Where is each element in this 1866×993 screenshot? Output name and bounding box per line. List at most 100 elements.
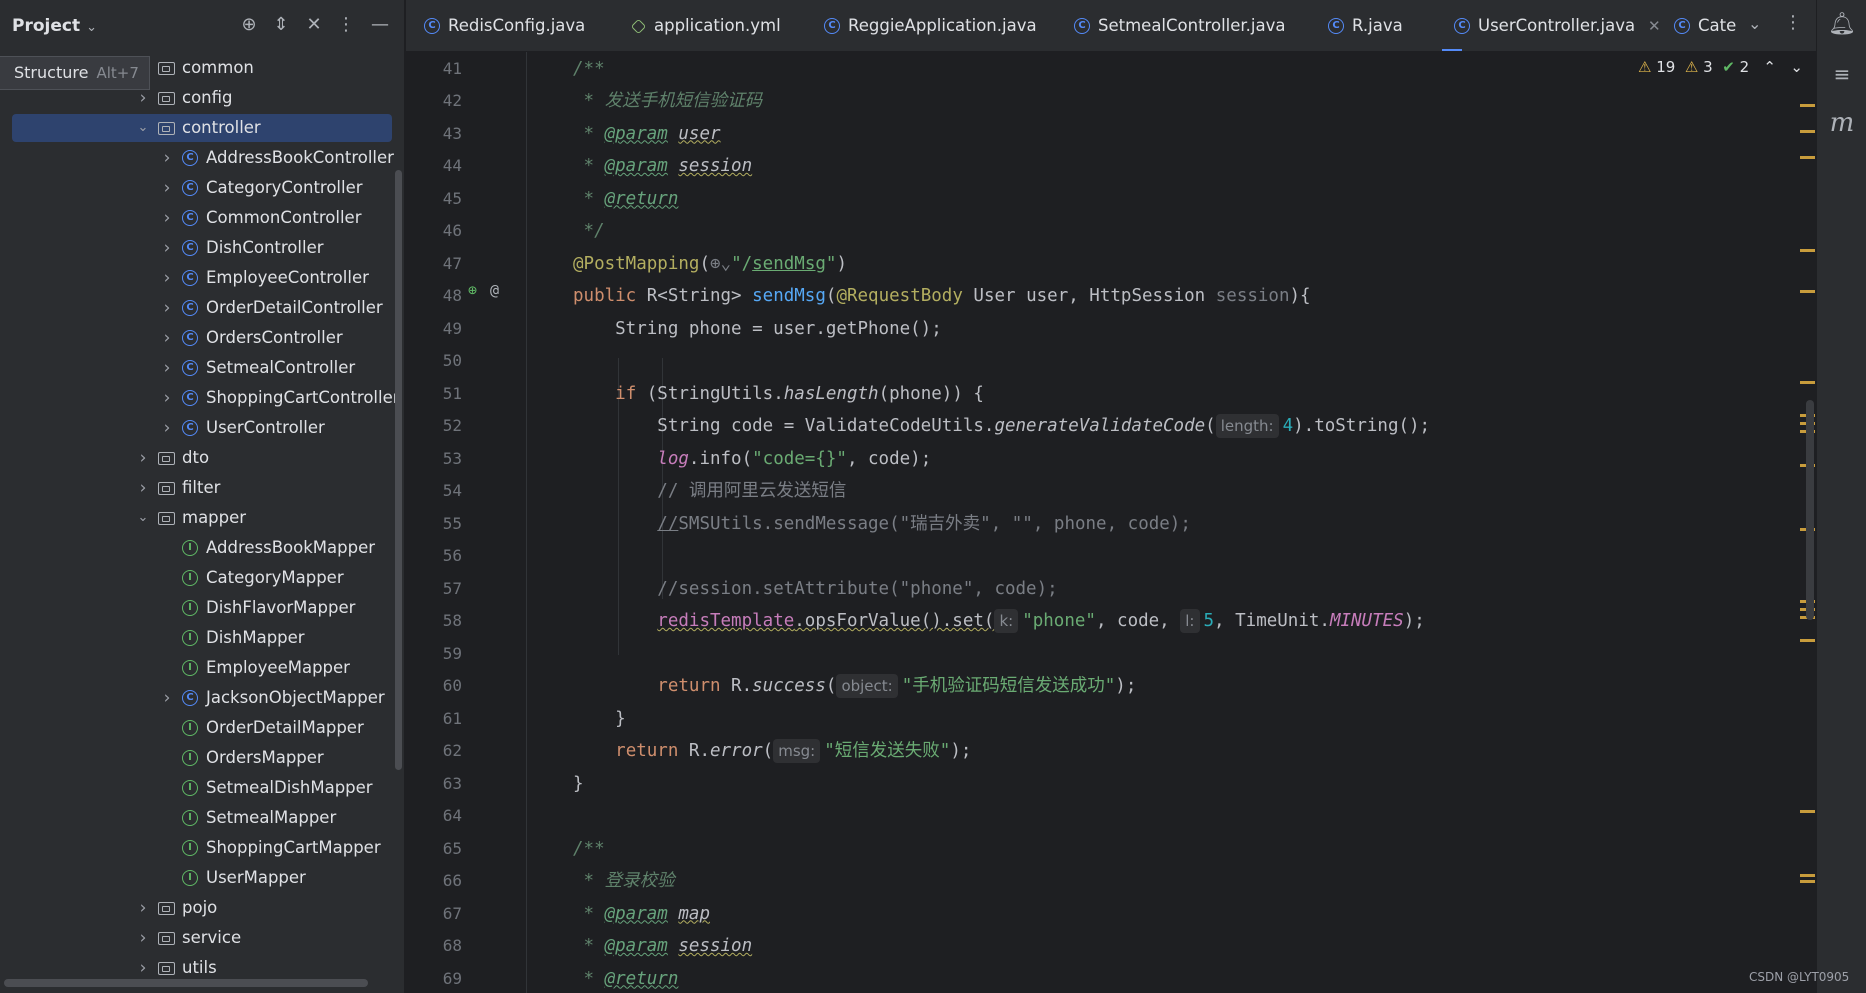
tree-item[interactable]: › pojo (0, 893, 392, 923)
code-editor[interactable]: 41/** 42 * 发送手机短信验证码 43 * @param user 44 * … (406, 52, 1816, 993)
tree-item[interactable]: › C ShoppingCartController (0, 383, 400, 413)
error-stripe-mark[interactable] (1800, 810, 1815, 813)
tree-item[interactable]: I CategoryMapper (0, 563, 392, 593)
annotation-gutter-icon[interactable]: @ (490, 281, 499, 299)
chevron-right-icon[interactable]: › (160, 173, 174, 203)
tree-item[interactable]: I DishMapper (0, 623, 392, 653)
tree-item[interactable]: › service (0, 923, 392, 953)
tree-item[interactable]: I OrderDetailMapper (0, 713, 392, 743)
editor-vertical-scrollbar[interactable] (1806, 400, 1814, 620)
close-tab-icon[interactable]: ✕ (1648, 0, 1661, 51)
code-line[interactable]: 58 redisTemplate.opsForValue().set(k: "ph… (406, 605, 1796, 638)
chevron-right-icon[interactable]: › (160, 263, 174, 293)
tree-item[interactable]: I UserMapper (0, 863, 392, 893)
error-stripe-mark[interactable] (1800, 130, 1815, 133)
code-line[interactable]: 60 return R.success(object: "手机验证码短信发送成功"… (406, 670, 1796, 703)
chevron-right-icon[interactable]: › (160, 203, 174, 233)
error-stripe-mark[interactable] (1800, 290, 1815, 293)
chevron-right-icon[interactable]: › (136, 923, 150, 953)
code-line[interactable]: 57 //session.setAttribute("phone", code)… (406, 573, 1796, 606)
endpoint-gutter-icon[interactable]: ⊕ (468, 281, 477, 299)
error-stripe-mark[interactable] (1800, 880, 1815, 883)
code-line[interactable]: 67 * @param map (406, 898, 1796, 931)
show-hidden-tabs-icon[interactable]: ⌄ (1748, 14, 1761, 33)
tree-horizontal-scrollbar[interactable] (4, 979, 368, 987)
code-line[interactable]: 62 return R.error(msg: "短信发送失败"); (406, 735, 1796, 768)
inspection-widget[interactable]: ⚠ 19 ⚠ 3 ✔ 2 ⌃ ⌄ (1638, 58, 1803, 76)
notifications-bell-icon[interactable]: 🔔︎ (1817, 12, 1866, 37)
code-line[interactable]: 54 // 调用阿里云发送短信 (406, 475, 1796, 508)
tree-item[interactable]: › C DishController (0, 233, 392, 263)
code-line[interactable]: 55 //SMSUtils.sendMessage("瑞吉外卖", "", ph… (406, 508, 1796, 541)
tree-item[interactable]: I SetmealDishMapper (0, 773, 392, 803)
tree-item[interactable]: › filter (0, 473, 392, 503)
code-line[interactable]: 45 * @return (406, 183, 1796, 216)
chevron-right-icon[interactable]: › (160, 293, 174, 323)
error-stripe-mark[interactable] (1800, 156, 1815, 159)
tree-item[interactable]: › C UserController (0, 413, 392, 443)
chevron-right-icon[interactable]: › (160, 413, 174, 443)
tree-item[interactable]: › C SetmealController (0, 353, 392, 383)
chevron-down-icon[interactable]: ⌄ (136, 113, 150, 143)
chevron-right-icon[interactable]: › (136, 443, 150, 473)
code-line[interactable]: 51 if (StringUtils.hasLength(phone)) { (406, 378, 1796, 411)
error-stripe-mark[interactable] (1800, 874, 1815, 877)
expand-all-icon[interactable]: ⇕ (270, 14, 292, 36)
hide-panel-icon[interactable]: — (369, 14, 391, 36)
code-line[interactable]: 47 @PostMapping(⊕⌄"/sendMsg") (406, 248, 1796, 281)
tree-item[interactable]: I AddressBookMapper (0, 533, 392, 563)
tree-item[interactable]: I EmployeeMapper (0, 653, 392, 683)
error-stripe-mark[interactable] (1800, 104, 1815, 107)
code-line[interactable]: 66 * 登录校验 (406, 865, 1796, 898)
chevron-right-icon[interactable]: › (160, 683, 174, 713)
project-view-selector[interactable]: Project ⌄ (12, 16, 97, 36)
chevron-right-icon[interactable]: › (136, 473, 150, 503)
tree-item[interactable]: › C CommonController (0, 203, 392, 233)
code-line[interactable]: 63} (406, 768, 1796, 801)
tree-item[interactable]: › dto (0, 443, 392, 473)
code-line[interactable]: 53 log.info("code={}", code); (406, 443, 1796, 476)
tree-item[interactable]: ⌄ mapper (0, 503, 392, 533)
chevron-right-icon[interactable]: › (160, 233, 174, 263)
collapse-all-icon[interactable]: ✕ (303, 14, 325, 36)
tree-item[interactable]: ⌄ controller (0, 113, 392, 143)
code-line[interactable]: 52 String code = ValidateCodeUtils.gener… (406, 410, 1796, 443)
chevron-right-icon[interactable]: › (160, 353, 174, 383)
previous-highlight-icon[interactable]: ⌃ (1763, 58, 1776, 76)
chevron-right-icon[interactable]: › (160, 323, 174, 353)
code-line[interactable]: 46 */ (406, 215, 1796, 248)
chevron-right-icon[interactable]: › (160, 383, 174, 413)
next-highlight-icon[interactable]: ⌄ (1790, 58, 1803, 76)
locate-file-icon[interactable]: ⊕ (238, 14, 260, 36)
database-icon[interactable]: ≡ (1817, 62, 1866, 86)
chevron-right-icon[interactable]: › (160, 143, 174, 173)
code-line[interactable]: 50 (406, 345, 1796, 378)
error-stripe-mark[interactable] (1800, 249, 1815, 252)
tree-item[interactable]: › C CategoryController (0, 173, 392, 203)
tree-item[interactable]: › C OrderDetailController (0, 293, 392, 323)
error-stripe-mark[interactable] (1800, 639, 1815, 642)
tree-item[interactable]: I OrdersMapper (0, 743, 392, 773)
tree-item[interactable]: › C AddressBookController (0, 143, 394, 173)
code-line[interactable]: 65 /** (406, 833, 1796, 866)
error-stripe-mark[interactable] (1800, 381, 1815, 384)
code-line[interactable]: 43 * @param user (406, 118, 1796, 151)
tree-item[interactable]: › C OrdersController (0, 323, 392, 353)
tree-item[interactable]: I DishFlavorMapper (0, 593, 392, 623)
code-line[interactable]: 69 * @return (406, 963, 1796, 993)
tree-vertical-scrollbar[interactable] (395, 170, 402, 770)
code-line[interactable]: 64 (406, 800, 1796, 833)
maven-icon[interactable]: m (1817, 108, 1866, 138)
tree-item[interactable]: I SetmealMapper (0, 803, 392, 833)
code-line[interactable]: 56 (406, 540, 1796, 573)
tree-item[interactable]: › C JacksonObjectMapper (0, 683, 392, 713)
code-line[interactable]: 49 String phone = user.getPhone(); (406, 313, 1796, 346)
code-line[interactable]: 59 (406, 638, 1796, 671)
options-menu-icon[interactable]: ⋮ (335, 14, 357, 36)
tree-item[interactable]: › C EmployeeController (0, 263, 392, 293)
chevron-down-icon[interactable]: ⌄ (136, 503, 150, 533)
code-line[interactable]: 44 * @param session (406, 150, 1796, 183)
tree-item[interactable]: I ShoppingCartMapper (0, 833, 392, 863)
code-line[interactable]: 42 * 发送手机短信验证码 (406, 85, 1796, 118)
code-line[interactable]: 61 } (406, 703, 1796, 736)
